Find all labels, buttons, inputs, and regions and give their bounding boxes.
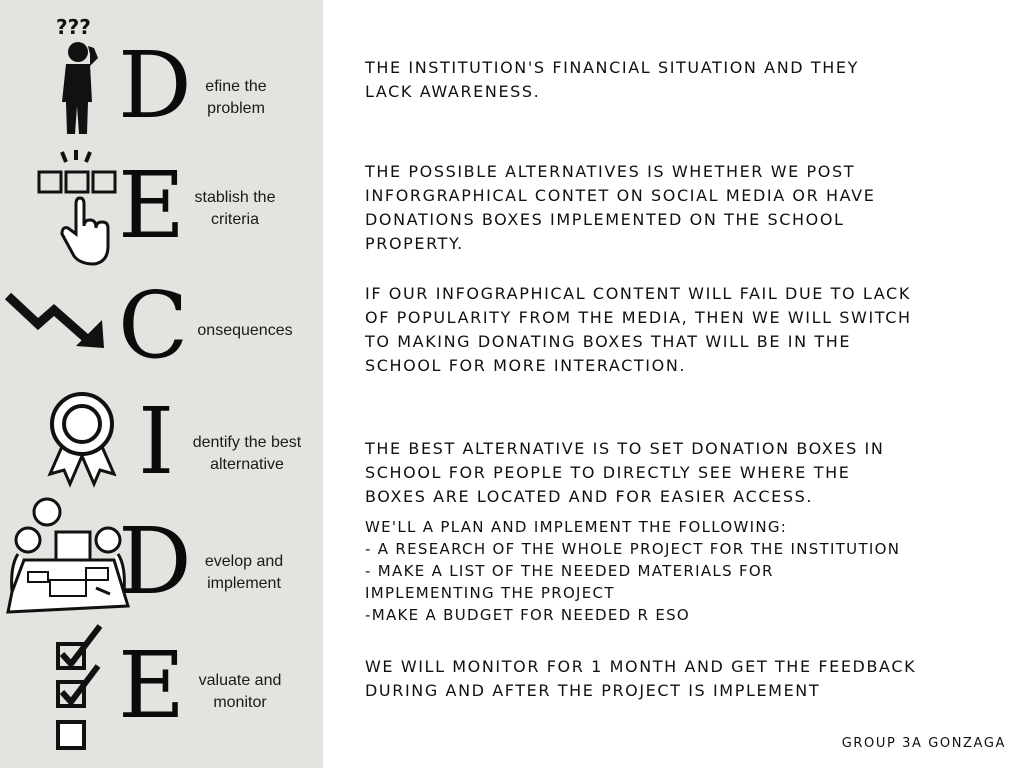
step-letter-define: D [118,32,192,139]
paragraph-evaluate: WE WILL MONITOR FOR 1 MONTH AND GET THE … [365,657,917,700]
paragraph-identify: THE BEST ALTERNATIVE IS TO SET DONATION … [365,439,885,506]
step-label-evaluate: valuate and monitor [198,672,282,711]
svg-text:???: ??? [56,15,91,39]
confused-person-icon: ??? [56,15,98,134]
step-label-identify: dentify the best alternative [192,434,302,473]
paragraph-define: THE INSTITUTION'S FINANCIAL SITUATION AN… [365,58,859,101]
step-letter-identify: I [138,388,175,495]
step-letter-consequences: C [118,272,189,379]
downtrend-arrow-icon [4,292,104,348]
hand-select-option-icon [37,150,117,266]
paragraph-develop: WE'LL A PLAN AND IMPLEMENT THE FOLLOWING… [365,518,901,624]
step-letter-establish: E [118,152,186,259]
step-label-establish: stablish the criteria [194,189,276,228]
paragraph-criteria: THE POSSIBLE ALTERNATIVES IS WHETHER WE … [365,162,876,253]
step-label-consequences: onsequences [197,322,293,339]
step-letter-develop: D [118,508,192,615]
footer-group-credit: GROUP 3A GONZAGA [841,736,1006,751]
step-letter-evaluate: E [118,632,186,739]
step-label-develop: evelop and implement [204,553,284,592]
award-rosette-icon [47,392,117,488]
checklist-icon [56,624,103,750]
paragraph-consequences: IF OUR INFOGRAPHICAL CONTENT WILL FAIL D… [365,284,912,375]
step-label-define: efine the problem [205,78,267,117]
team-meeting-icon [6,497,130,614]
